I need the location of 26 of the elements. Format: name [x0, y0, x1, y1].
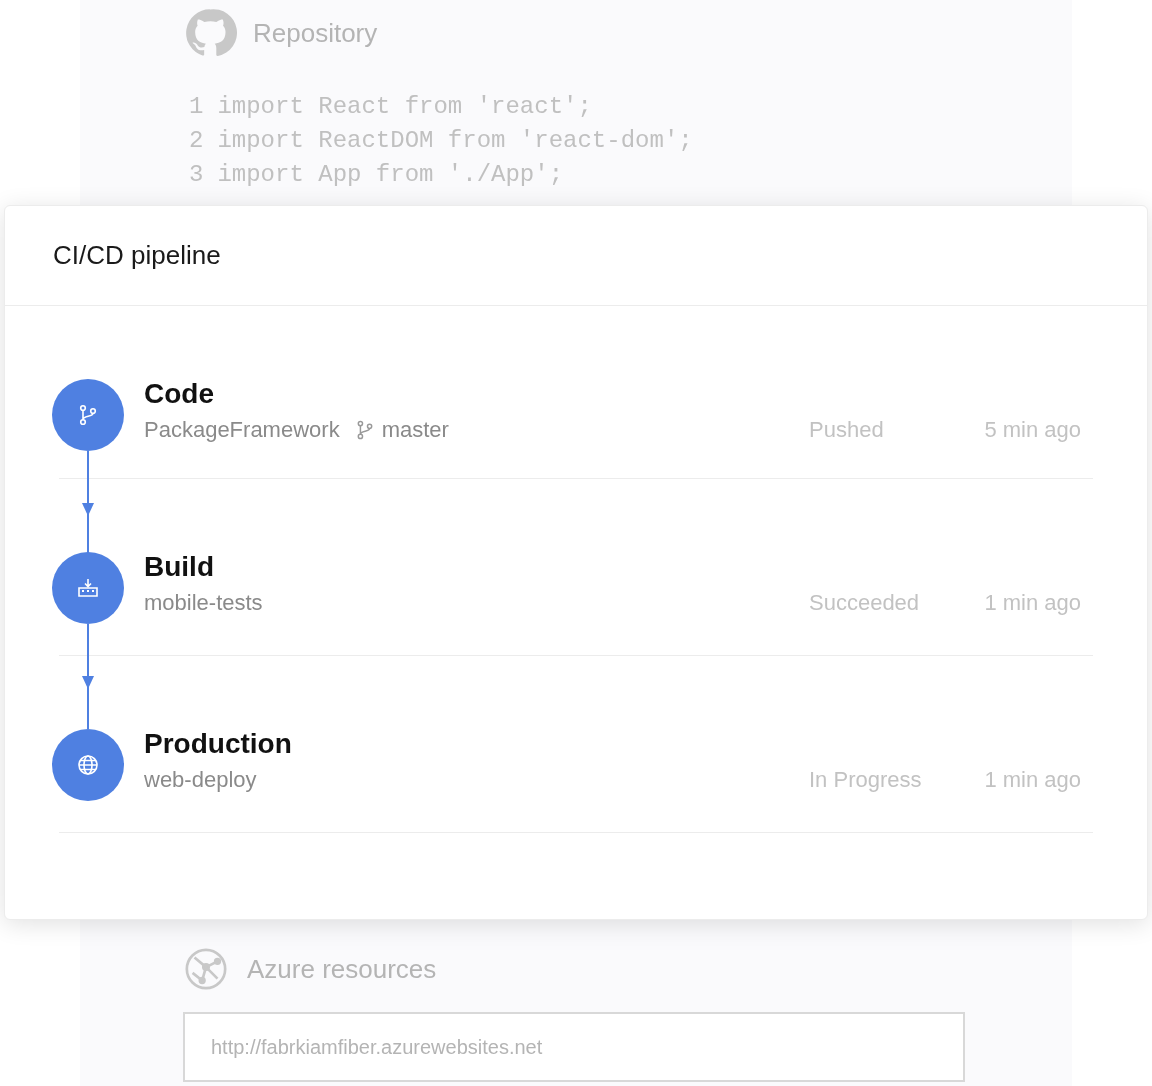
step-source: mobile-tests	[144, 589, 263, 617]
step-title: Build	[144, 550, 215, 584]
section-title: Azure resources	[247, 952, 437, 986]
step-source: web-deploy	[144, 766, 257, 794]
code-line: import ReactDOM from 'react-dom';	[217, 126, 693, 156]
line-number: 3	[189, 160, 204, 190]
step-title: Production	[144, 727, 293, 761]
url-field[interactable]: http://fabrkiamfiber.azurewebsites.net	[183, 1012, 965, 1082]
line-number: 1	[189, 92, 204, 122]
line-number: 2	[189, 126, 204, 156]
step-source: PackageFramework	[144, 416, 340, 444]
step-time: 5 min ago	[983, 416, 1081, 444]
step-time: 1 min ago	[983, 589, 1081, 617]
code-line: import React from 'react';	[217, 92, 592, 122]
branch-name: master	[381, 416, 449, 444]
step-time: 1 min ago	[983, 766, 1081, 794]
network-globe-icon	[183, 946, 229, 992]
globe-icon	[76, 753, 100, 777]
section-title: Repository	[253, 16, 378, 50]
step-status: In Progress	[809, 766, 923, 794]
step-title: Code	[144, 377, 215, 411]
step-status: Pushed	[809, 416, 885, 444]
step-status: Succeeded	[809, 589, 921, 617]
factory-icon	[76, 576, 100, 600]
card-title: CI/CD pipeline	[53, 239, 221, 272]
code-line: import App from './App';	[217, 160, 564, 190]
